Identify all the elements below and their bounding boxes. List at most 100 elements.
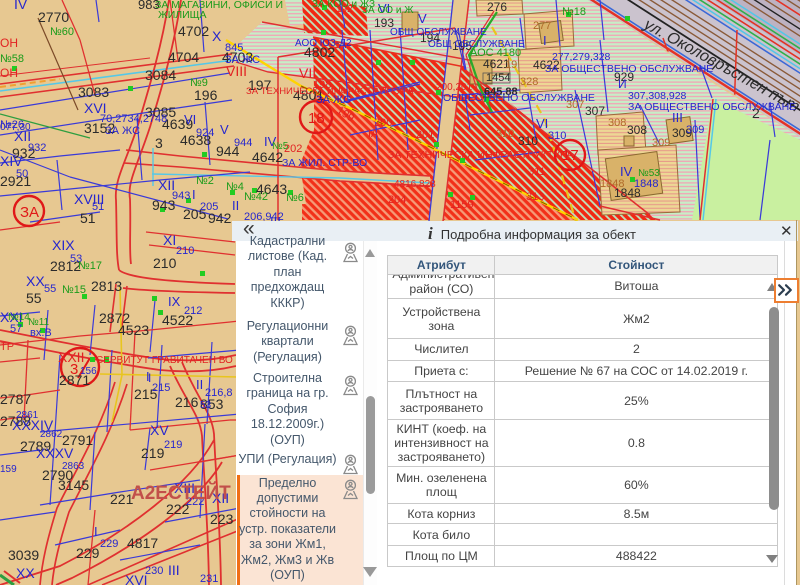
- svg-text:51: 51: [92, 201, 104, 213]
- svg-text:53: 53: [200, 400, 212, 411]
- svg-text:№17: №17: [78, 260, 102, 272]
- svg-text:№60: №60: [50, 26, 74, 38]
- svg-text:229: 229: [76, 545, 100, 561]
- svg-text:57: 57: [10, 323, 22, 335]
- svg-text:943: 943: [172, 190, 190, 202]
- svg-text:202: 202: [284, 143, 302, 155]
- svg-text:307,308,928: 307,308,928: [628, 90, 687, 102]
- svg-text:924: 924: [196, 127, 214, 139]
- svg-text:XX: XX: [16, 565, 35, 581]
- svg-text:198: 198: [313, 79, 331, 91]
- svg-text:313: 313: [526, 191, 544, 203]
- svg-text:196: 196: [194, 87, 218, 103]
- svg-text:ЖИЛИЩА: ЖИЛИЩА: [158, 9, 207, 21]
- svg-text:219: 219: [141, 445, 165, 461]
- svg-text:944: 944: [234, 137, 252, 149]
- svg-text:4523: 4523: [118, 322, 149, 338]
- svg-text:IV: IV: [620, 164, 633, 179]
- svg-text:XV: XV: [150, 422, 169, 438]
- svg-text:159: 159: [0, 464, 17, 475]
- svg-text:№15: №15: [62, 284, 86, 296]
- svg-text:2813: 2813: [91, 278, 122, 294]
- svg-text:210: 210: [176, 245, 194, 257]
- svg-text:XX: XX: [26, 273, 45, 289]
- svg-text:205: 205: [200, 201, 218, 213]
- svg-text:А2ЕСТЕЙТ: А2ЕСТЕЙТ: [131, 482, 231, 504]
- svg-text:I: I: [148, 371, 151, 385]
- svg-text:XI: XI: [163, 232, 176, 248]
- svg-text:311: 311: [528, 166, 546, 178]
- svg-text:19: 19: [505, 59, 517, 71]
- svg-text:2861: 2861: [16, 410, 39, 421]
- svg-text:3039: 3039: [8, 547, 39, 563]
- svg-text:XXII: XXII: [58, 349, 84, 365]
- svg-text:307: 307: [585, 104, 605, 118]
- svg-text:И: И: [618, 77, 627, 91]
- svg-text:ОБЩ ОБСЛУЖВАНЕ: ОБЩ ОБСЛУЖВАНЕ: [390, 27, 487, 38]
- svg-text:4817: 4817: [127, 535, 158, 551]
- svg-text:3083: 3083: [78, 84, 109, 100]
- svg-text:077,30: 077,30: [0, 122, 31, 133]
- svg-text:АОС 4180: АОС 4180: [470, 47, 521, 59]
- svg-text:230: 230: [145, 565, 163, 577]
- svg-text:201: 201: [416, 129, 434, 141]
- svg-text:231: 231: [200, 573, 218, 585]
- svg-text:ЗА ОБЩЕСТВЕНО ОБСЛУЖВАНЕ: ЗА ОБЩЕСТВЕНО ОБСЛУЖВАНЕ: [545, 63, 713, 75]
- svg-text:II: II: [196, 377, 203, 392]
- svg-text:277,279,328: 277,279,328: [552, 51, 611, 63]
- svg-text:277: 277: [533, 20, 551, 32]
- svg-text:АОО ЮЗ-Д2: АОО ЮЗ-Д2: [295, 38, 352, 49]
- svg-text:70,2734,2748: 70,2734,2748: [100, 113, 167, 125]
- svg-text:№4: №4: [226, 181, 244, 193]
- svg-text:ТР: ТР: [0, 341, 14, 353]
- svg-text:ЗА ОБЩЕСТВЕНО ОБСЛУЖВАНЕ: ЗА ОБЩЕСТВЕНО ОБСЛУЖВАНЕ: [628, 101, 796, 113]
- svg-text:204: 204: [388, 194, 406, 206]
- svg-text:2862: 2862: [40, 429, 63, 440]
- svg-text:ЗА ОО и Ж: ЗА ОО и Ж: [362, 5, 414, 16]
- svg-text:1454: 1454: [486, 72, 510, 84]
- svg-text:№2: №2: [196, 175, 214, 187]
- svg-text:216: 216: [175, 394, 199, 410]
- svg-text:2770: 2770: [38, 9, 69, 25]
- svg-text:1848: 1848: [600, 178, 624, 190]
- svg-text:№11: №11: [28, 317, 50, 328]
- svg-text:223: 223: [210, 511, 234, 527]
- svg-text:4816,828: 4816,828: [394, 179, 436, 190]
- svg-text:192: 192: [336, 4, 353, 15]
- svg-text:328: 328: [520, 76, 538, 88]
- svg-text:ОН: ОН: [0, 36, 18, 50]
- svg-text:307: 307: [566, 99, 584, 111]
- svg-text:200,201: 200,201: [436, 82, 473, 93]
- svg-text:I: I: [192, 187, 196, 202]
- svg-text:55: 55: [44, 283, 56, 295]
- svg-text:I: I: [543, 33, 547, 48]
- svg-text:X: X: [212, 28, 222, 44]
- svg-text:III: III: [168, 562, 180, 578]
- svg-text:3: 3: [155, 135, 163, 151]
- svg-text:№18: №18: [562, 6, 586, 18]
- svg-text:845: 845: [225, 42, 243, 54]
- svg-text:1159: 1159: [450, 199, 474, 211]
- svg-text:XIV: XIV: [0, 153, 23, 169]
- svg-text:№53: №53: [638, 168, 660, 179]
- svg-text:VI: VI: [536, 116, 548, 131]
- svg-text:2791: 2791: [62, 432, 93, 448]
- svg-text:4702: 4702: [178, 23, 209, 39]
- svg-text:ЗА ТЕХНИЧЕСКА ИНФРАСТРУКТУРА: ЗА ТЕХНИЧЕСКА ИНФРАСТРУКТУРА: [388, 149, 573, 161]
- svg-text:V: V: [418, 11, 427, 26]
- svg-text:310: 310: [518, 134, 538, 148]
- svg-text:4704: 4704: [168, 49, 199, 65]
- svg-text:II: II: [232, 198, 239, 213]
- svg-text:1848: 1848: [634, 178, 658, 190]
- svg-text:№9: №9: [190, 77, 208, 89]
- svg-text:ЗА: ЗА: [20, 204, 39, 221]
- svg-text:XIX: XIX: [52, 237, 75, 253]
- svg-text:309: 309: [686, 124, 704, 136]
- svg-text:212: 212: [184, 305, 202, 317]
- svg-text:№14: №14: [8, 312, 30, 323]
- svg-text:210: 210: [153, 255, 177, 271]
- svg-text:308: 308: [608, 117, 626, 129]
- svg-text:IX: IX: [168, 294, 181, 309]
- svg-text:219: 219: [164, 439, 182, 451]
- svg-text:IV: IV: [14, 0, 28, 12]
